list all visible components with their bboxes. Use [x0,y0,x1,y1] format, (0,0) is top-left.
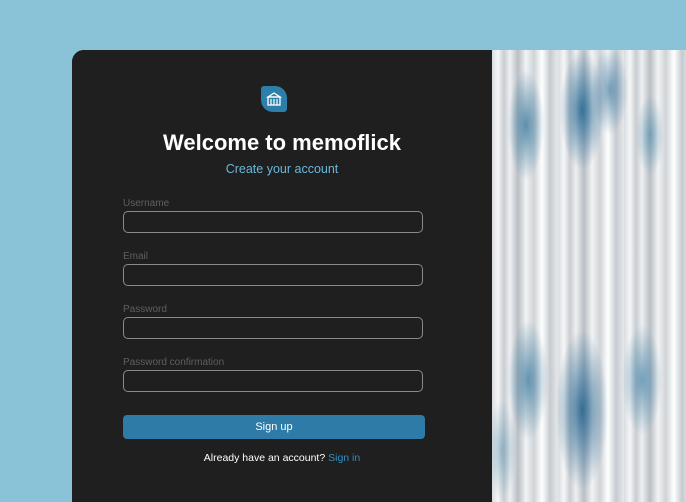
sign-in-prompt-text: Already have an account? [203,452,326,464]
page-title: Welcome to memoflick [163,130,401,155]
username-input[interactable] [123,211,423,233]
email-input[interactable] [123,264,423,286]
sign-up-button[interactable]: Sign up [123,415,425,439]
signup-window: Welcome to memoflick Create your account… [72,50,686,502]
decorative-artwork [492,50,686,502]
password-confirmation-input[interactable] [123,370,423,392]
signup-panel: Welcome to memoflick Create your account… [72,50,492,502]
sign-in-prompt: Already have an account? Sign in [72,452,492,464]
password-label: Password [123,304,167,315]
archive-box-icon [261,86,287,112]
sign-in-link[interactable]: Sign in [328,452,360,464]
page-subtitle: Create your account [225,162,339,176]
email-label: Email [123,251,149,262]
username-label: Username [123,198,170,209]
password-confirmation-label: Password confirmation [123,357,225,368]
password-input[interactable] [123,317,423,339]
